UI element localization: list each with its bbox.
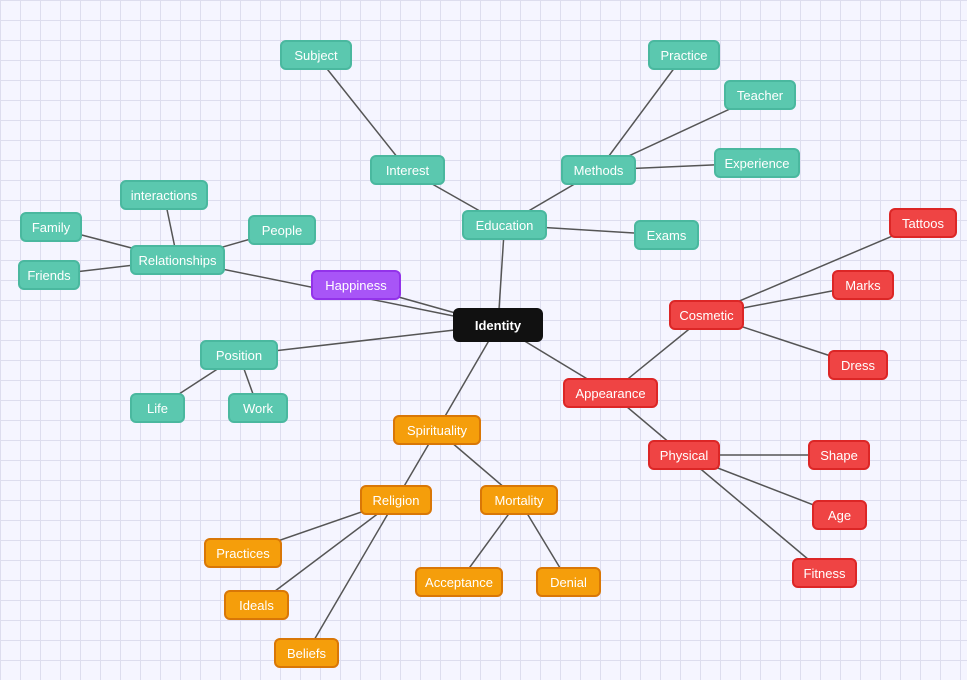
node-physical[interactable]: Physical: [648, 440, 720, 470]
node-position[interactable]: Position: [200, 340, 278, 370]
node-marks[interactable]: Marks: [832, 270, 894, 300]
node-friends[interactable]: Friends: [18, 260, 80, 290]
node-experience[interactable]: Experience: [714, 148, 800, 178]
node-practice[interactable]: Practice: [648, 40, 720, 70]
node-cosmetic[interactable]: Cosmetic: [669, 300, 744, 330]
node-age[interactable]: Age: [812, 500, 867, 530]
node-religion[interactable]: Religion: [360, 485, 432, 515]
node-beliefs[interactable]: Beliefs: [274, 638, 339, 668]
node-appearance[interactable]: Appearance: [563, 378, 658, 408]
mindmap-canvas: Identity Happiness Education Appearance Spir…: [0, 0, 967, 680]
node-interactions[interactable]: interactions: [120, 180, 208, 210]
node-interest[interactable]: Interest: [370, 155, 445, 185]
node-shape[interactable]: Shape: [808, 440, 870, 470]
node-denial[interactable]: Denial: [536, 567, 601, 597]
node-relationships[interactable]: Relationships: [130, 245, 225, 275]
node-mortality[interactable]: Mortality: [480, 485, 558, 515]
node-tattoos[interactable]: Tattoos: [889, 208, 957, 238]
node-ideals[interactable]: Ideals: [224, 590, 289, 620]
node-subject[interactable]: Subject: [280, 40, 352, 70]
node-education[interactable]: Education: [462, 210, 547, 240]
node-happiness[interactable]: Happiness: [311, 270, 401, 300]
node-dress[interactable]: Dress: [828, 350, 888, 380]
node-people[interactable]: People: [248, 215, 316, 245]
node-acceptance[interactable]: Acceptance: [415, 567, 503, 597]
node-exams[interactable]: Exams: [634, 220, 699, 250]
node-practices[interactable]: Practices: [204, 538, 282, 568]
node-family[interactable]: Family: [20, 212, 82, 242]
node-work[interactable]: Work: [228, 393, 288, 423]
node-teacher[interactable]: Teacher: [724, 80, 796, 110]
node-methods[interactable]: Methods: [561, 155, 636, 185]
node-fitness[interactable]: Fitness: [792, 558, 857, 588]
node-life[interactable]: Life: [130, 393, 185, 423]
node-identity[interactable]: Identity: [453, 308, 543, 342]
node-spirituality[interactable]: Spirituality: [393, 415, 481, 445]
